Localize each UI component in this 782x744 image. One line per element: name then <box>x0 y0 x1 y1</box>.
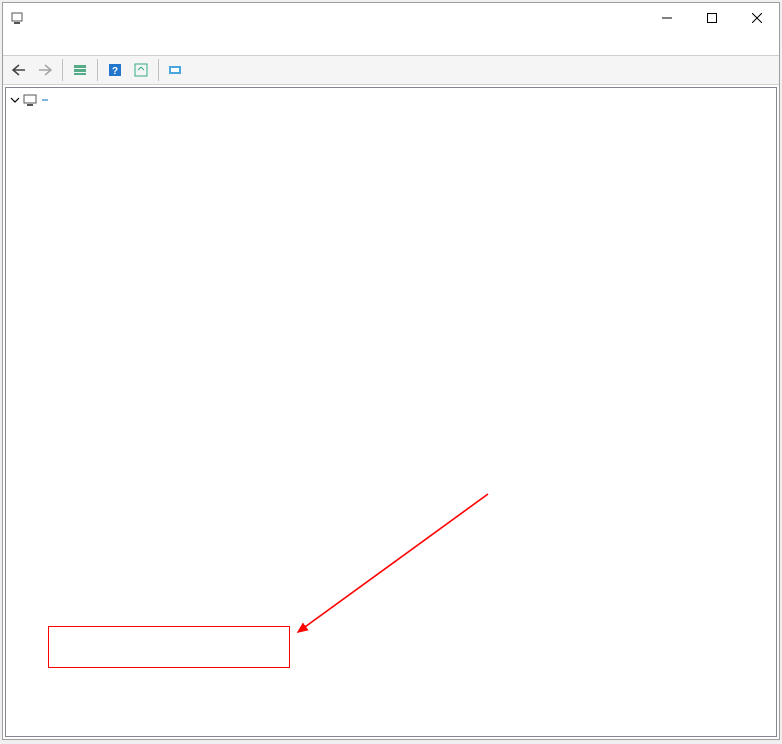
toolbar-separator <box>97 59 98 81</box>
root-label <box>42 99 48 101</box>
menu-action[interactable] <box>29 42 37 46</box>
menu-view[interactable] <box>49 42 57 46</box>
tree-root[interactable] <box>6 90 776 110</box>
computer-icon <box>22 92 38 108</box>
minimize-button[interactable] <box>644 3 689 33</box>
maximize-button[interactable] <box>689 3 734 33</box>
expand-icon[interactable] <box>8 93 22 107</box>
menu-help[interactable] <box>69 42 77 46</box>
back-button[interactable] <box>7 58 31 82</box>
close-button[interactable] <box>734 3 779 33</box>
detail-view-button[interactable] <box>68 58 92 82</box>
help-button[interactable]: ? <box>103 58 127 82</box>
titlebar <box>3 3 779 33</box>
device-manager-window: ? <box>2 2 780 740</box>
refresh-button[interactable] <box>129 58 153 82</box>
toolbar-separator <box>62 59 63 81</box>
scan-button[interactable] <box>164 58 188 82</box>
device-tree-panel[interactable] <box>5 87 777 737</box>
toolbar-separator <box>158 59 159 81</box>
svg-text:?: ? <box>112 66 118 77</box>
menubar <box>3 33 779 55</box>
forward-button[interactable] <box>33 58 57 82</box>
menu-file[interactable] <box>9 42 17 46</box>
toolbar: ? <box>3 55 779 85</box>
app-icon <box>9 10 25 26</box>
